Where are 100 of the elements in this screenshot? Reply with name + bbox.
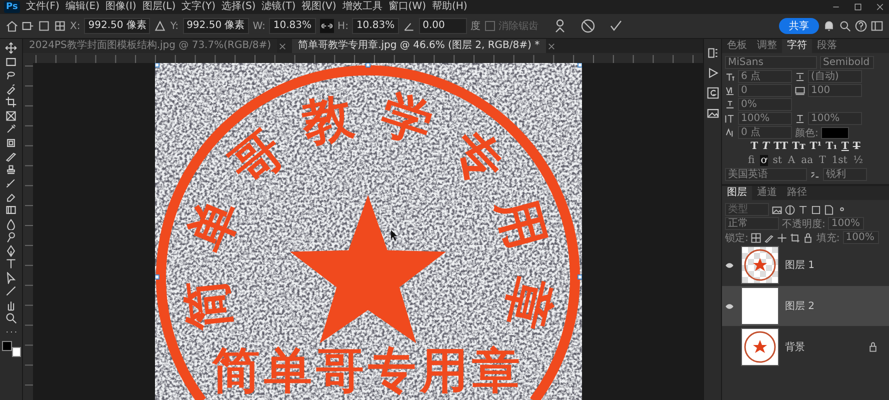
glyphs-icon[interactable] [706,87,718,99]
panel-tab[interactable]: 调整 [752,39,782,53]
vertical-scale-field[interactable]: 100% [738,112,792,125]
width-field[interactable]: 10.83% [269,18,316,34]
menu-item[interactable]: 图像(I) [105,1,136,13]
text-style-button[interactable]: T [852,141,860,152]
history-brush-icon[interactable] [5,177,17,189]
opentype-button[interactable]: A [786,155,796,166]
panel-tab[interactable]: 路径 [782,186,812,200]
crop-icon[interactable] [5,96,17,108]
text-style-button[interactable]: T¹ [810,141,822,152]
text-style-button[interactable]: T [750,141,758,152]
horizontal-scale-field[interactable]: 100% [808,112,862,125]
help-icon[interactable] [855,20,867,32]
menu-item[interactable]: 图层(L) [142,1,176,13]
transform-handle[interactable] [154,63,159,68]
delta-icon[interactable] [154,20,166,32]
close-icon[interactable] [875,2,885,12]
opentype-button[interactable]: st [772,155,783,166]
menu-item[interactable]: 帮助(H) [432,1,468,13]
panel-tab[interactable]: 色板 [722,39,752,53]
dodge-icon[interactable] [5,231,17,243]
text-style-button[interactable]: TT [774,141,788,152]
menu-item[interactable]: 视图(V) [302,1,336,13]
checker-lock-icon[interactable] [751,232,762,242]
eye-icon[interactable] [725,262,734,268]
gradient-icon[interactable] [5,204,17,216]
frame-icon[interactable] [5,110,17,122]
eye-icon[interactable] [725,302,734,310]
layer-row[interactable]: 背景 [722,327,889,367]
fill-field[interactable]: 100% [842,231,879,244]
panel-tab[interactable]: 字符 [782,39,812,53]
type-tool-icon[interactable] [5,258,17,270]
panel-tab[interactable]: 通道 [752,186,782,200]
arrow-cursor-icon[interactable] [5,272,17,284]
cancel-icon[interactable] [580,19,595,33]
language-dropdown[interactable]: 美国英语 [725,168,807,181]
menu-item[interactable]: 增效工具 [342,1,382,13]
text-style-button[interactable]: Tт [792,141,806,152]
menu-item[interactable]: 窗口(W) [388,1,426,13]
smart-object-icon[interactable] [824,204,834,214]
artboard-lock-icon[interactable] [790,232,800,242]
background-color-swatch[interactable] [12,347,20,357]
opentype-button[interactable]: 1st [830,155,848,166]
opentype-button[interactable]: ½ [852,155,864,166]
foreground-color-swatch[interactable] [2,341,12,351]
opentype-button[interactable]: fi [747,155,756,166]
share-button[interactable]: 共享 [779,18,819,34]
baseline-shift-field[interactable]: 0 点 [738,126,792,139]
marquee-icon[interactable] [5,56,17,68]
search-icon[interactable] [839,20,851,32]
font-style-dropdown[interactable]: Semibold [820,56,874,69]
opacity-field[interactable]: 100% [828,217,864,230]
reference-point-icon[interactable] [22,20,34,32]
opentype-button[interactable]: aa [800,155,814,166]
document-tab[interactable]: 简单哥教学专用章.jpg @ 46.6% (图层 2, RGB/8#) * [292,39,546,53]
image-icon[interactable] [706,107,718,119]
pen-icon[interactable] [5,244,17,256]
panel-tab[interactable]: 段落 [812,39,842,53]
brush-lock-icon[interactable] [764,232,774,242]
blend-mode-dropdown[interactable]: 正常 [725,217,779,230]
drop-icon[interactable] [5,218,17,230]
shape-icon[interactable] [811,204,821,214]
document-tab[interactable]: 2024PS教学封面图模板结构.jpg @ 73.7%(RGB/8#) [23,39,278,53]
bell-icon[interactable] [823,20,835,32]
selection-brush-icon[interactable] [5,82,17,94]
transform-handle[interactable] [365,63,370,68]
lock-icon[interactable] [803,232,814,242]
close-icon[interactable] [279,42,286,50]
maximize-icon[interactable] [853,2,863,12]
font-size-field[interactable]: 6 点 [738,70,792,83]
text-filter-icon[interactable] [798,204,808,214]
transform-handle[interactable] [577,274,582,280]
adjustment-icon[interactable] [785,204,795,214]
menu-item[interactable]: 文件(F) [26,1,60,13]
workspace-icon[interactable] [871,20,883,32]
patch-icon[interactable] [5,136,17,148]
move-lock-icon[interactable] [777,232,788,242]
panel-tab[interactable]: 图层 [722,186,752,200]
image-icon[interactable] [772,204,782,214]
brush-icon[interactable] [5,150,17,162]
text-style-button[interactable]: T [762,141,770,152]
leading-field[interactable]: (自动) [808,70,862,83]
tracking-field[interactable]: 100 [808,84,862,97]
transform-handle[interactable] [577,63,582,68]
opentype-button[interactable]: T [818,155,827,166]
text-style-button[interactable]: T [841,141,849,152]
checkbox[interactable] [484,21,495,31]
eyedropper-icon[interactable] [5,123,17,135]
app-logo[interactable]: Ps [4,1,20,13]
tsume-field[interactable]: 0% [738,98,792,111]
menu-item[interactable]: 文字(Y) [182,1,216,13]
stamp-tool-icon[interactable] [5,164,17,176]
play-icon[interactable] [706,67,718,79]
menu-item[interactable]: 编辑(E) [65,1,100,13]
commit-icon[interactable] [608,19,623,33]
close-icon[interactable] [548,42,555,50]
angle-field[interactable]: 0.00 [418,18,467,34]
grid-icon[interactable] [54,20,66,32]
properties-icon[interactable] [706,47,718,59]
